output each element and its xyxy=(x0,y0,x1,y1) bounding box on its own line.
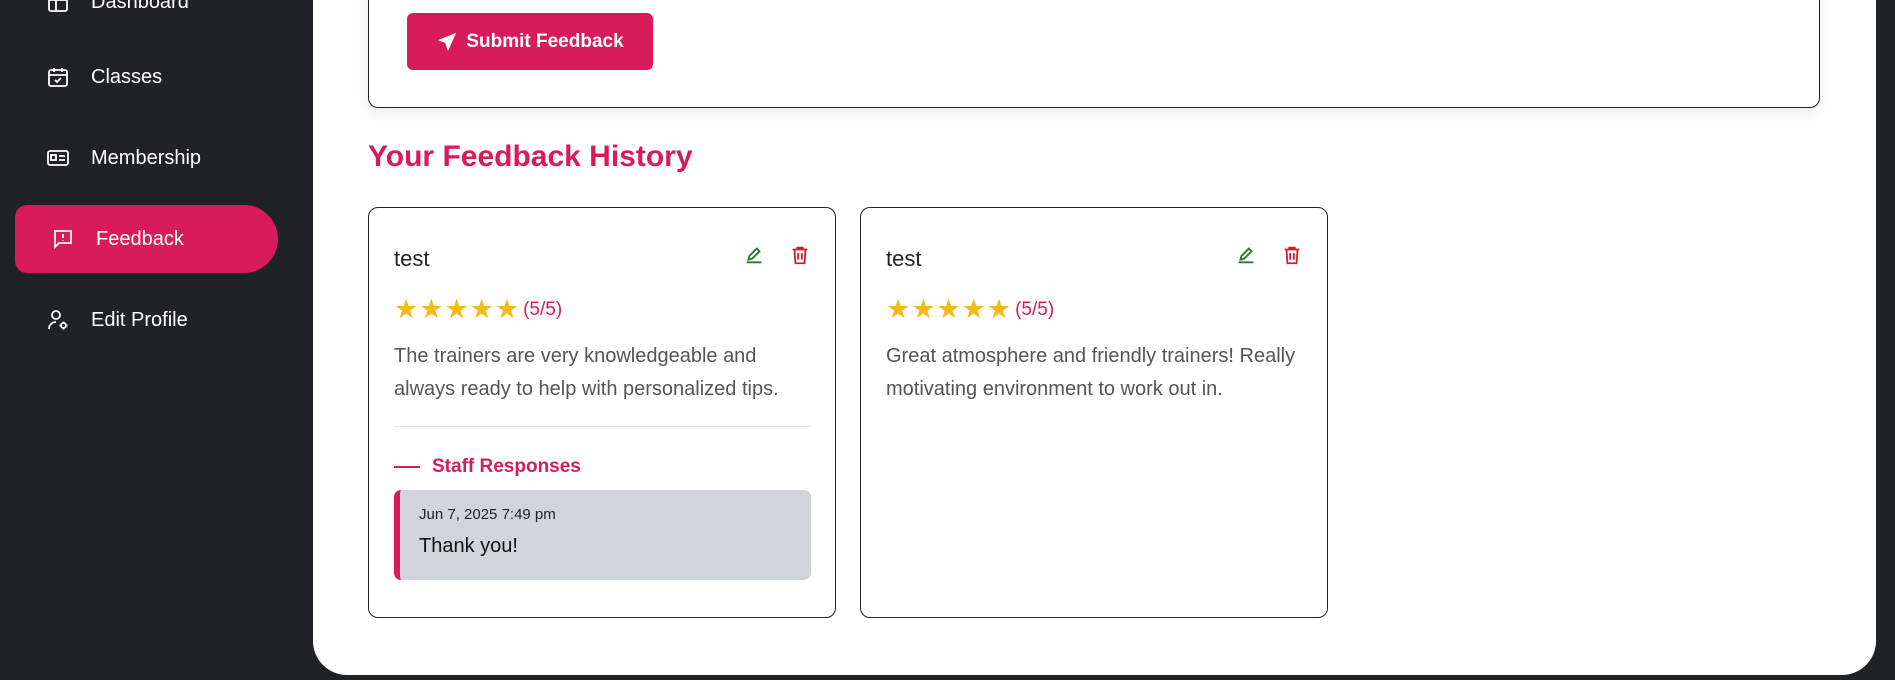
star-icon: ★ xyxy=(961,294,986,324)
feedback-title: test xyxy=(886,246,922,271)
sidebar-item-classes[interactable]: Classes xyxy=(15,43,278,111)
star-icon: ★ xyxy=(469,294,494,324)
edit-icon[interactable] xyxy=(1235,244,1257,271)
send-icon xyxy=(438,32,457,51)
staff-response: Jun 7, 2025 7:49 pm Thank you! xyxy=(394,490,811,580)
sidebar-item-label: Edit Profile xyxy=(91,308,188,331)
response-text: Thank you! xyxy=(419,535,518,557)
staff-responses-label: Staff Responses xyxy=(432,456,581,477)
divider xyxy=(394,426,811,427)
sidebar: Dashboard Classes Membership Feedback Ed… xyxy=(0,0,313,680)
feedback-actions xyxy=(743,244,811,271)
response-date: Jun 7, 2025 7:49 pm xyxy=(419,506,556,523)
sidebar-item-label: Classes xyxy=(91,65,163,88)
star-rating: ★ ★ ★ ★ ★ (5/5) xyxy=(394,296,562,323)
user-gear-icon xyxy=(45,307,71,333)
star-rating: ★ ★ ★ ★ ★ (5/5) xyxy=(886,296,1054,323)
feedback-card: test ★ ★ ★ ★ ★ (5/5) The trainers are ve… xyxy=(368,207,836,618)
star-icon: ★ xyxy=(419,294,444,324)
feedback-form-card: Submit Feedback xyxy=(368,0,1820,108)
star-icon: ★ xyxy=(911,294,936,324)
message-alert-icon xyxy=(50,226,76,252)
sidebar-item-label: Feedback xyxy=(96,227,184,250)
sidebar-item-membership[interactable]: Membership xyxy=(15,124,278,192)
feedback-comment: The trainers are very knowledgeable and … xyxy=(394,345,779,400)
trash-icon[interactable] xyxy=(1281,244,1303,271)
main-content: Submit Feedback Your Feedback History te… xyxy=(313,0,1876,675)
submit-feedback-label: Submit Feedback xyxy=(466,30,624,52)
feedback-history-title: Your Feedback History xyxy=(368,140,693,173)
sidebar-item-edit-profile[interactable]: Edit Profile xyxy=(15,286,278,354)
dashboard-icon xyxy=(45,0,71,15)
feedback-card: test ★ ★ ★ ★ ★ (5/5) Great atmosphere an… xyxy=(860,207,1328,618)
sidebar-item-feedback[interactable]: Feedback xyxy=(15,205,278,273)
star-icon: ★ xyxy=(444,294,469,324)
id-card-icon xyxy=(45,145,71,171)
rating-text: (5/5) xyxy=(523,298,563,320)
star-icon: ★ xyxy=(494,294,520,324)
star-icon: ★ xyxy=(936,294,961,324)
edit-icon[interactable] xyxy=(743,244,765,271)
feedback-title: test xyxy=(394,246,430,271)
sidebar-item-dashboard[interactable]: Dashboard xyxy=(15,0,278,36)
sidebar-item-label: Membership xyxy=(91,146,202,169)
star-icon: ★ xyxy=(886,294,911,324)
feedback-comment: Great atmosphere and friendly trainers! … xyxy=(886,345,1296,400)
rating-text: (5/5) xyxy=(1015,298,1055,320)
submit-feedback-button[interactable]: Submit Feedback xyxy=(407,13,653,70)
staff-responses-heading: Staff Responses xyxy=(394,456,581,478)
star-icon: ★ xyxy=(986,294,1012,324)
sidebar-item-label: Dashboard xyxy=(91,0,189,13)
dash-decoration xyxy=(394,466,420,468)
trash-icon[interactable] xyxy=(789,244,811,271)
calendar-check-icon xyxy=(45,64,71,90)
star-icon: ★ xyxy=(394,294,419,324)
feedback-actions xyxy=(1235,244,1303,271)
